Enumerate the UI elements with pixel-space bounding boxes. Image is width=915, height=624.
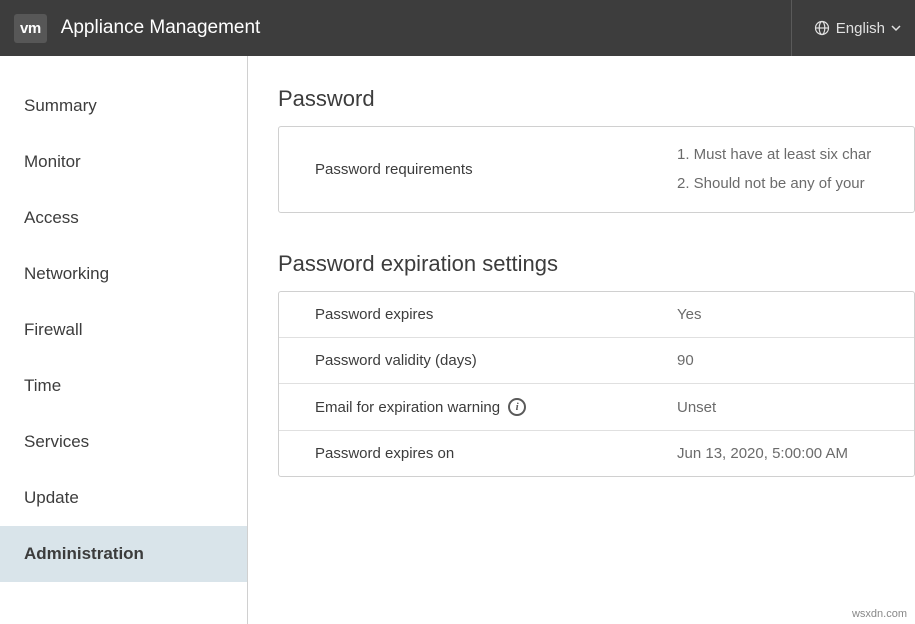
watermark: wsxdn.com (852, 608, 907, 620)
main-layout: Summary Monitor Access Networking Firewa… (0, 56, 915, 624)
expires-row: Password expires Yes (279, 292, 914, 338)
language-label: English (836, 20, 885, 37)
header-bar: vm Appliance Management English (0, 0, 915, 56)
sidebar: Summary Monitor Access Networking Firewa… (0, 56, 248, 624)
email-warning-label: Email for expiration warning (315, 399, 500, 416)
expires-on-value: Jun 13, 2020, 5:00:00 AM (677, 445, 848, 462)
email-row: Email for expiration warning i Unset (279, 384, 914, 431)
sidebar-item-access[interactable]: Access (0, 190, 247, 246)
password-requirement-1: 1. Must have at least six char (677, 141, 871, 170)
sidebar-item-time[interactable]: Time (0, 358, 247, 414)
expires-on-label: Password expires on (315, 445, 677, 462)
expiration-panel: Password expires Yes Password validity (… (278, 291, 915, 477)
chevron-down-icon (891, 23, 901, 33)
expiration-section-heading: Password expiration settings (278, 251, 915, 277)
language-selector[interactable]: English (814, 20, 901, 37)
sidebar-item-networking[interactable]: Networking (0, 246, 247, 302)
main-content: Password Password requirements 1. Must h… (248, 56, 915, 624)
header-left: vm Appliance Management (14, 14, 260, 43)
validity-value: 90 (677, 352, 694, 369)
password-requirements-label: Password requirements (315, 161, 677, 178)
email-warning-label-wrap: Email for expiration warning i (315, 398, 677, 416)
expires-on-row: Password expires on Jun 13, 2020, 5:00:0… (279, 431, 914, 476)
app-title: Appliance Management (61, 17, 261, 39)
expires-value: Yes (677, 306, 701, 323)
header-right: English (791, 0, 901, 56)
sidebar-item-firewall[interactable]: Firewall (0, 302, 247, 358)
password-section-heading: Password (278, 86, 915, 112)
validity-row: Password validity (days) 90 (279, 338, 914, 384)
password-requirements-value: 1. Must have at least six char 2. Should… (677, 141, 871, 198)
sidebar-item-monitor[interactable]: Monitor (0, 134, 247, 190)
info-icon[interactable]: i (508, 398, 526, 416)
password-requirements-row: Password requirements 1. Must have at le… (279, 127, 914, 212)
vmware-logo: vm (14, 14, 47, 43)
sidebar-item-update[interactable]: Update (0, 470, 247, 526)
globe-icon (814, 20, 830, 36)
expires-label: Password expires (315, 306, 677, 323)
password-requirement-2: 2. Should not be any of your (677, 170, 871, 199)
sidebar-item-administration[interactable]: Administration (0, 526, 247, 582)
sidebar-item-services[interactable]: Services (0, 414, 247, 470)
sidebar-item-summary[interactable]: Summary (0, 78, 247, 134)
validity-label: Password validity (days) (315, 352, 677, 369)
email-warning-value: Unset (677, 399, 716, 416)
password-panel: Password requirements 1. Must have at le… (278, 126, 915, 213)
